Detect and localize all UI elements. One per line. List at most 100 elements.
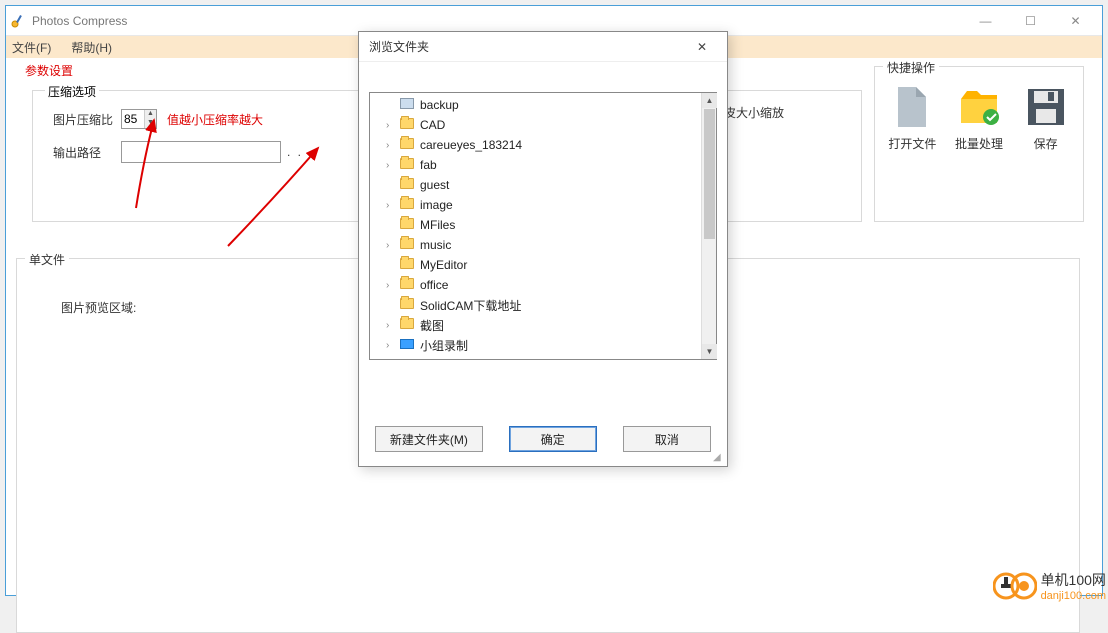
ratio-input[interactable] — [122, 112, 144, 126]
quick-actions-group: 快捷操作 打开文件 批量处理 — [874, 66, 1084, 222]
window-controls: — ☐ ✕ — [963, 7, 1098, 35]
expand-icon[interactable]: › — [386, 120, 400, 131]
open-file-label: 打开文件 — [888, 135, 936, 152]
ratio-hint: 值越小压缩率越大 — [167, 111, 263, 128]
scale-hint-text: 皮大小缩放 — [724, 104, 784, 121]
tree-item-label: careueyes_183214 — [420, 138, 522, 152]
scroll-up-button[interactable]: ▲ — [702, 93, 717, 108]
folder-icon — [400, 318, 416, 332]
params-section-title: 参数设置 — [22, 62, 76, 79]
folder-icon — [400, 178, 416, 192]
dialog-title: 浏览文件夹 — [369, 38, 687, 55]
tree-item-label: 小组录制 — [420, 337, 468, 354]
open-file-button[interactable]: 打开文件 — [882, 85, 942, 152]
tree-item-label: 截图 — [420, 317, 444, 334]
tree-item[interactable]: › image — [370, 195, 701, 215]
monitor-icon — [400, 338, 416, 352]
tree-item-label: MFiles — [420, 218, 455, 232]
save-label: 保存 — [1034, 135, 1058, 152]
tree-item[interactable]: › 小组录制 — [370, 335, 701, 355]
folder-icon — [400, 198, 416, 212]
batch-label: 批量处理 — [955, 135, 1003, 152]
minimize-button[interactable]: — — [963, 7, 1008, 35]
browse-button[interactable]: . . . — [287, 145, 314, 159]
folder-icon — [400, 218, 416, 232]
watermark-line1: 单机100网 — [1041, 570, 1106, 590]
output-path-input[interactable] — [121, 141, 281, 163]
spinner-arrows[interactable]: ▲▼ — [144, 110, 156, 128]
expand-icon[interactable]: › — [386, 240, 400, 251]
tree-item-label: CAD — [420, 118, 445, 132]
preview-label: 图片预览区域: — [61, 299, 136, 316]
tree-item-label: SolidCAM下载地址 — [420, 297, 521, 314]
tree-item-label: guest — [420, 178, 449, 192]
menu-file[interactable]: 文件(F) — [12, 39, 51, 56]
resize-grip[interactable]: ◢ — [713, 452, 725, 464]
tree-item-label: MyEditor — [420, 258, 467, 272]
tree-item[interactable]: SolidCAM下载地址 — [370, 295, 701, 315]
window-title: Photos Compress — [32, 14, 963, 28]
printer-icon — [400, 98, 416, 112]
expand-icon[interactable]: › — [386, 280, 400, 291]
single-title: 单文件 — [25, 251, 69, 268]
expand-icon[interactable]: › — [386, 340, 400, 351]
save-button[interactable]: 保存 — [1016, 85, 1076, 152]
scroll-thumb[interactable] — [704, 109, 715, 239]
folder-icon — [400, 258, 416, 272]
tree-item[interactable]: MFiles — [370, 215, 701, 235]
dialog-close-button[interactable]: ✕ — [687, 33, 717, 61]
tree-scrollbar[interactable]: ▲ ▼ — [701, 93, 716, 359]
tree-item[interactable]: guest — [370, 175, 701, 195]
folder-tree-container: backup › CAD › careueyes_183214 › fab guest › ima… — [369, 92, 717, 360]
expand-icon[interactable]: › — [386, 140, 400, 151]
compress-group-title: 压缩选项 — [45, 83, 99, 100]
path-row: 输出路径 . . . — [53, 141, 314, 163]
folder-icon — [400, 278, 416, 292]
tree-item[interactable]: › office — [370, 275, 701, 295]
expand-icon[interactable]: › — [386, 160, 400, 171]
tree-item-label: office — [420, 278, 448, 292]
ratio-spinner[interactable]: ▲▼ — [121, 109, 157, 129]
app-icon — [10, 13, 26, 29]
dialog-button-row: 新建文件夹(M) 确定 取消 — [359, 426, 727, 452]
folder-icon — [400, 118, 416, 132]
tree-item[interactable]: › careueyes_183214 — [370, 135, 701, 155]
quick-title: 快捷操作 — [883, 59, 939, 76]
folder-tree[interactable]: backup › CAD › careueyes_183214 › fab guest › ima… — [370, 93, 701, 359]
browse-folder-dialog: 浏览文件夹 ✕ backup › CAD › careueyes_183214 › fab g… — [358, 31, 728, 467]
ratio-row: 图片压缩比 ▲▼ 值越小压缩率越大 — [53, 109, 263, 129]
tree-item[interactable]: MyEditor — [370, 255, 701, 275]
expand-icon[interactable]: › — [386, 200, 400, 211]
batch-button[interactable]: 批量处理 — [949, 85, 1009, 152]
expand-icon[interactable]: › — [386, 320, 400, 331]
file-icon — [890, 85, 934, 129]
folder-icon — [400, 158, 416, 172]
tree-item[interactable]: › 截图 — [370, 315, 701, 335]
tree-item[interactable]: backup — [370, 95, 701, 115]
save-icon — [1024, 85, 1068, 129]
new-folder-button[interactable]: 新建文件夹(M) — [375, 426, 483, 452]
scroll-down-button[interactable]: ▼ — [702, 344, 717, 359]
tree-item[interactable]: › music — [370, 235, 701, 255]
watermark-icon — [993, 569, 1037, 603]
tree-item-label: image — [420, 198, 453, 212]
folder-icon — [400, 138, 416, 152]
tree-item-label: fab — [420, 158, 437, 172]
tree-item[interactable]: › fab — [370, 155, 701, 175]
menu-help[interactable]: 帮助(H) — [71, 39, 112, 56]
tree-item-label: backup — [420, 98, 459, 112]
folder-icon — [400, 238, 416, 252]
maximize-button[interactable]: ☐ — [1008, 7, 1053, 35]
tree-item-label: music — [420, 238, 451, 252]
folder-icon — [400, 298, 416, 312]
watermark: 单机100网 danji100.com — [993, 569, 1106, 603]
ok-button[interactable]: 确定 — [509, 426, 597, 452]
close-button[interactable]: ✕ — [1053, 7, 1098, 35]
watermark-line2: danji100.com — [1041, 590, 1106, 602]
dialog-titlebar: 浏览文件夹 ✕ — [359, 32, 727, 62]
batch-icon — [957, 85, 1001, 129]
cancel-button[interactable]: 取消 — [623, 426, 711, 452]
ratio-label: 图片压缩比 — [53, 111, 121, 128]
tree-item[interactable]: › CAD — [370, 115, 701, 135]
path-label: 输出路径 — [53, 144, 121, 161]
